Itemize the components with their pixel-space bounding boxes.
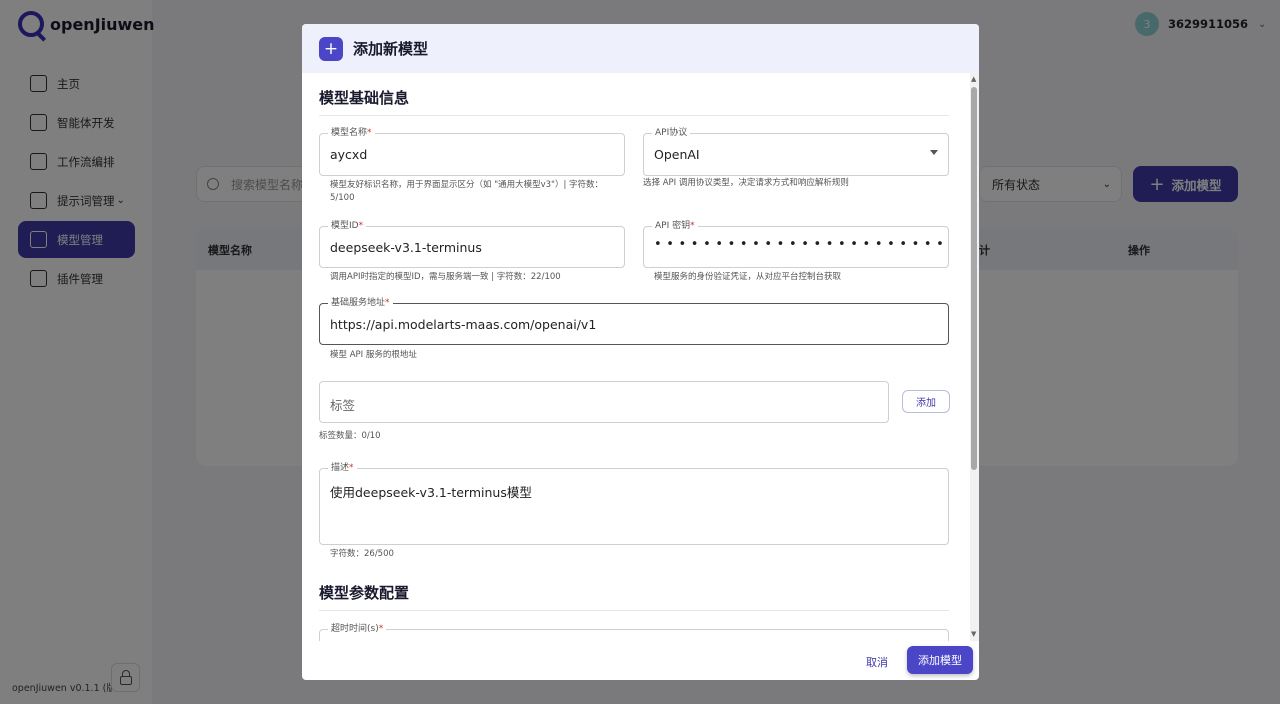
model-name-field[interactable]: 模型名称* aycxd — [319, 127, 625, 176]
scroll-up-icon[interactable]: ▲ — [971, 75, 976, 83]
base-url-help: 模型 API 服务的根地址 — [330, 350, 417, 360]
model-id-field[interactable]: 模型ID* deepseek-v3.1-terminus — [319, 220, 625, 268]
timeout-field[interactable]: 超时时间(s)* — [319, 623, 949, 641]
model-id-value: deepseek-v3.1-terminus — [330, 240, 482, 255]
api-protocol-help: 选择 API 调用协议类型，决定请求方式和响应解析规则 — [643, 178, 849, 188]
description-textarea[interactable]: 描述* 使用deepseek-v3.1-terminus模型 — [319, 462, 949, 545]
model-id-help: 调用API时指定的模型ID，需与服务端一致 | 字符数：22/100 — [330, 272, 561, 282]
scrollbar-thumb[interactable] — [971, 87, 977, 470]
tag-placeholder: 标签 — [330, 398, 356, 413]
dropdown-arrow-icon — [930, 150, 938, 155]
model-name-label: 模型名称* — [328, 127, 375, 139]
model-name-help: 模型友好标识名称，用于界面显示区分（如 "通用大模型v3"）| 字符数：5/10… — [330, 180, 604, 203]
divider — [319, 115, 949, 116]
api-key-help: 模型服务的身份验证凭证，从对应平台控制台获取 — [654, 272, 842, 282]
api-key-field[interactable]: API 密钥* •••••••••••••••••••••••• — [643, 220, 949, 268]
description-count: 字符数：26/500 — [330, 549, 394, 559]
cancel-button[interactable]: 取消 — [866, 654, 888, 670]
timeout-label: 超时时间(s)* — [328, 623, 387, 635]
section-title-params: 模型参数配置 — [319, 584, 410, 602]
dialog-title: 添加新模型 — [353, 40, 429, 58]
base-url-label: 基础服务地址* — [328, 297, 393, 309]
api-protocol-value: OpenAI — [654, 147, 700, 162]
tag-count: 标签数量：0/10 — [319, 431, 381, 441]
plus-icon: + — [319, 36, 343, 61]
api-protocol-select[interactable]: API协议 OpenAI — [643, 127, 949, 176]
description-value: 使用deepseek-v3.1-terminus模型 — [330, 485, 532, 500]
add-tag-button[interactable]: 添加 — [902, 390, 950, 413]
base-url-field[interactable]: 基础服务地址* https://api.modelarts-maas.com/o… — [319, 297, 949, 345]
submit-add-model-button[interactable]: 添加模型 — [907, 646, 973, 674]
dialog-body: 模型基础信息 模型名称* aycxd 模型友好标识名称，用于界面显示区分（如 "… — [302, 73, 969, 641]
dialog-header: + 添加新模型 — [302, 24, 979, 73]
scroll-down-icon[interactable]: ▼ — [971, 630, 976, 638]
dialog-scrollbar[interactable]: ▲ ▼ — [970, 73, 979, 641]
base-url-value: https://api.modelarts-maas.com/openai/v1 — [330, 317, 597, 332]
api-key-label: API 密钥* — [652, 220, 698, 232]
model-id-label: 模型ID* — [328, 220, 367, 232]
tag-input[interactable]: 标签 — [319, 381, 889, 423]
api-protocol-label: API协议 — [652, 127, 691, 139]
divider — [319, 610, 949, 611]
add-model-dialog: + 添加新模型 模型基础信息 模型名称* aycxd 模型友好标识名称，用于界面… — [302, 24, 979, 680]
api-key-value: •••••••••••••••••••••••• — [654, 237, 942, 252]
dialog-footer: 取消 — [302, 641, 979, 680]
section-title-basic: 模型基础信息 — [319, 89, 410, 107]
model-name-value: aycxd — [330, 147, 368, 162]
description-label: 描述* — [328, 462, 357, 474]
